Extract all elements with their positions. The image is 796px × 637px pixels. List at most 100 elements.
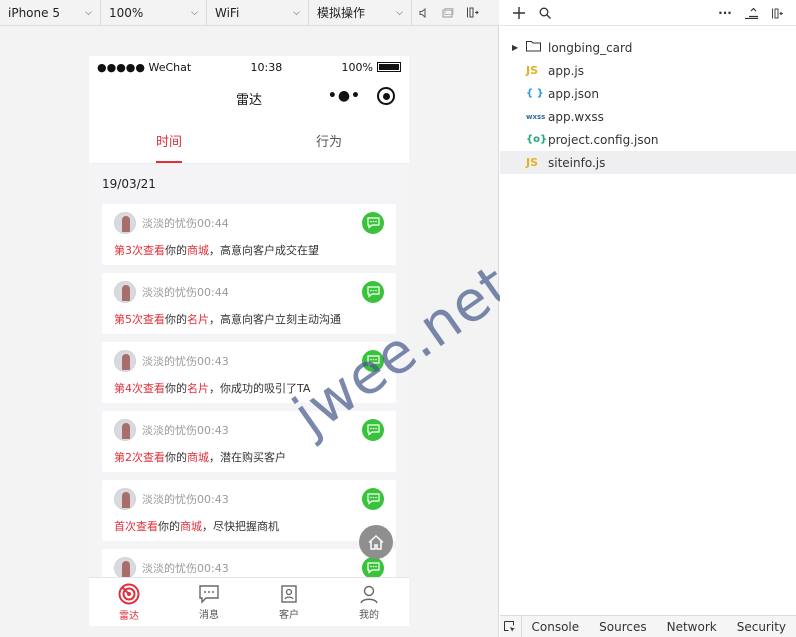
customer-name-time: 淡淡的忧伤00:43 [142,493,229,506]
search-icon[interactable] [532,0,558,26]
tab-security[interactable]: Security [727,616,796,637]
avatar [114,557,136,579]
view-count: 第4次查看 [114,382,165,395]
folder-icon [526,40,548,55]
chevron-down-icon: ⌵ [293,7,300,18]
view-count: 首次查看 [114,520,158,533]
chat-button[interactable] [362,212,384,234]
network-select[interactable]: WiFi ⌵ [207,0,309,26]
avatar [114,212,136,234]
tab-sources[interactable]: Sources [589,616,656,637]
zoom-select[interactable]: 100% ⌵ [101,0,207,26]
chevron-down-icon: ⌵ [85,7,92,18]
view-target: 商城 [180,520,202,533]
dock-right-icon[interactable] [460,0,484,26]
view-count: 第2次查看 [114,451,165,464]
tab-console[interactable]: Console [522,616,590,637]
tree-item-file[interactable]: { } app.json [500,82,796,105]
tab-network[interactable]: Network [657,616,727,637]
caret-right-icon[interactable]: ▶ [512,43,526,52]
view-target: 商城 [187,244,209,257]
activity-card[interactable]: 淡淡的忧伤00:43 首次查看你的商城，尽快把握商机 [102,480,396,541]
chevron-down-icon: ⌵ [396,7,403,18]
tree-item-label: siteinfo.js [548,155,606,170]
operation-select[interactable]: 模拟操作 ⌵ [309,0,412,26]
battery-icon [376,62,401,72]
chat-button[interactable] [362,488,384,510]
tab-time[interactable]: 时间 [89,118,249,163]
message-icon [199,584,219,604]
devtools-window: iPhone 5 ⌵ 100% ⌵ WiFi ⌵ 模拟操作 ⌵ ●●●●● We… [0,0,796,637]
customer-name-time: 淡淡的忧伤00:43 [142,562,229,575]
activity-message: 首次查看你的商城，尽快把握商机 [114,518,386,534]
home-button[interactable] [359,525,393,559]
bottom-nav-radar[interactable]: 雷达 [89,578,169,626]
file-explorer-toolbar: ··· [500,0,796,26]
close-miniprogram-icon[interactable] [377,87,395,105]
chat-icon [366,217,380,229]
more-icon[interactable]: ··· [712,0,738,26]
view-count: 第5次查看 [114,313,165,326]
more-icon[interactable]: •●• [328,88,361,104]
avatar [114,488,136,510]
js-file-icon: JS [526,64,539,77]
inspect-icon[interactable] [500,615,522,637]
dock-left-icon[interactable] [764,0,790,26]
bottom-nav-message[interactable]: 消息 [169,578,249,626]
view-count: 第3次查看 [114,244,165,257]
status-time: 10:38 [250,60,283,74]
bottom-nav-label: 我的 [359,609,379,621]
message-mid: 你的 [165,244,187,257]
customer-icon [281,584,297,603]
chat-button[interactable] [362,350,384,372]
bottom-nav-label: 客户 [279,609,299,621]
battery-percent: 100% [341,60,373,74]
message-mid: 你的 [165,313,187,326]
avatar [114,350,136,372]
network-select-value: WiFi [215,5,240,20]
activity-card[interactable]: 淡淡的忧伤00:43 第4次查看你的名片，你成功的吸引了TA [102,342,396,403]
tree-item-file[interactable]: JS app.js [500,59,796,82]
bottom-nav-label: 消息 [199,609,219,621]
zoom-select-value: 100% [109,5,144,20]
bottom-nav-profile[interactable]: 我的 [329,578,409,626]
add-icon[interactable] [506,0,532,26]
tree-item-label: app.wxss [548,109,604,124]
chat-button[interactable] [362,281,384,303]
collapse-icon[interactable] [738,0,764,26]
activity-card[interactable]: 淡淡的忧伤00:44 第5次查看你的名片，高意向客户立刻主动沟通 [102,273,396,334]
device-select[interactable]: iPhone 5 ⌵ [0,0,101,26]
tab-bar: 时间 行为 [89,118,409,164]
date-header: 19/03/21 [102,177,156,191]
simulator-panel: iPhone 5 ⌵ 100% ⌵ WiFi ⌵ 模拟操作 ⌵ ●●●●● We… [0,0,522,637]
chat-button[interactable] [362,419,384,441]
tree-item-label: project.config.json [548,132,659,147]
screen-icon[interactable] [436,0,460,26]
activity-card[interactable]: 淡淡的忧伤00:43 第2次查看你的商城，潜在购买客户 [102,411,396,472]
volume-icon[interactable] [412,0,436,26]
chat-icon [366,562,380,574]
message-rest: ，高意向客户成交在望 [209,244,319,257]
activity-card[interactable]: 淡淡的忧伤00:44 第3次查看你的商城，高意向客户成交在望 [102,204,396,265]
js-file-icon: JS [526,156,539,169]
avatar [114,419,136,441]
nav-bar: 雷达 •●• [89,78,409,118]
message-mid: 你的 [165,451,187,464]
chat-icon [366,424,380,436]
device-select-value: iPhone 5 [8,5,60,20]
message-rest: ，潜在购买客户 [209,451,286,464]
tree-item-label: longbing_card [548,40,633,55]
tree-item-file-selected[interactable]: JS siteinfo.js [500,151,796,174]
tree-item-file[interactable]: wxss app.wxss [500,105,796,128]
bottom-nav: 雷达 消息 客户 我的 [89,577,409,626]
tree-item-file[interactable]: {o} project.config.json [500,128,796,151]
chat-button[interactable] [362,557,384,579]
customer-name-time: 淡淡的忧伤00:44 [142,217,229,230]
file-explorer: ··· ▶ longbing_card JS app.js {} app.js… [500,0,796,637]
tree-item-folder[interactable]: ▶ longbing_card [500,36,796,59]
simulator-toolbar: iPhone 5 ⌵ 100% ⌵ WiFi ⌵ 模拟操作 ⌵ [0,0,499,26]
activity-message: 第4次查看你的名片，你成功的吸引了TA [114,380,386,396]
tab-behavior[interactable]: 行为 [249,118,409,163]
message-mid: 你的 [165,382,187,395]
bottom-nav-customer[interactable]: 客户 [249,578,329,626]
